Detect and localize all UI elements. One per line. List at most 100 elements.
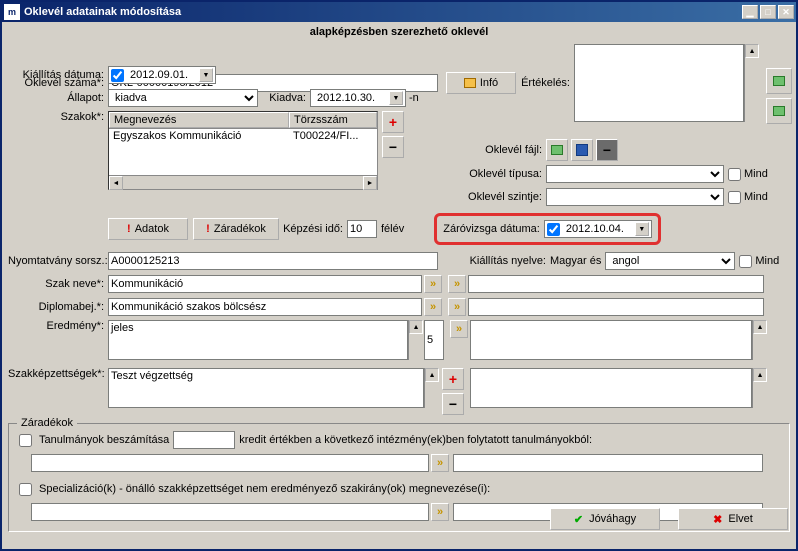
label-kepzesi-ido: Képzési idő: bbox=[279, 223, 347, 235]
diplomabej-browse-left[interactable]: » bbox=[424, 298, 442, 316]
label-kiallitas-datuma: Kiállítás dátuma: bbox=[8, 69, 108, 81]
specializaciok-input[interactable] bbox=[31, 503, 429, 521]
minus-icon: − bbox=[449, 396, 457, 412]
page-subtitle: alapképzésben szerezhető oklevél bbox=[2, 22, 796, 42]
kredit-input[interactable] bbox=[173, 431, 235, 449]
szak-neve-input[interactable] bbox=[108, 275, 422, 293]
eredmeny-scroll[interactable] bbox=[408, 320, 422, 360]
oklevel-fajl-open-button[interactable] bbox=[546, 139, 568, 161]
label-mind: Mind bbox=[744, 191, 768, 203]
szakkep-extra-scroll[interactable] bbox=[752, 368, 766, 408]
oklevel-fajl-save-button[interactable] bbox=[571, 139, 593, 161]
label-oklevel-fajl: Oklevél fájl: bbox=[464, 144, 546, 156]
plus-icon: + bbox=[389, 114, 397, 130]
kepzesi-ido-input[interactable] bbox=[347, 220, 377, 238]
diplomabej-browse-right[interactable]: » bbox=[448, 298, 466, 316]
zarovizsga-dropdown[interactable] bbox=[635, 222, 649, 236]
label-ertekeles: Értékelés: bbox=[516, 77, 574, 89]
szakkepzettsegek-extra-textarea[interactable] bbox=[470, 368, 752, 408]
eredmeny-browse[interactable]: » bbox=[450, 320, 468, 338]
window-title: Oklevél adatainak módosítása bbox=[24, 6, 742, 18]
kiallitas-nyelve-select[interactable]: angol bbox=[605, 252, 735, 270]
jovahagy-button[interactable]: ✔ Jóváhagy bbox=[550, 508, 660, 530]
minimize-button[interactable]: ▁ bbox=[742, 5, 758, 19]
allapot-select[interactable]: kiadva bbox=[108, 89, 258, 107]
label-mind: Mind bbox=[744, 168, 768, 180]
eredmeny-extra-scroll[interactable] bbox=[752, 320, 766, 360]
kiallitas-datuma-field[interactable]: 2012.09.01. bbox=[108, 66, 216, 84]
label-szakok: Szakok: bbox=[8, 111, 108, 123]
label-oklevel-tipusa: Oklevél típusa: bbox=[464, 168, 546, 180]
zarovizsga-date-field[interactable]: 2012.10.04. bbox=[544, 220, 652, 238]
label-oklevel-szintje: Oklevél szintje: bbox=[464, 191, 546, 203]
kiadva-date-field[interactable]: 2012.10.30. bbox=[310, 89, 406, 107]
tanulmanyok-intezmeny-input[interactable] bbox=[31, 454, 429, 472]
szint-mind-check[interactable] bbox=[728, 191, 741, 204]
szakok-listbox[interactable]: Megnevezés Törzsszám Egyszakos Kommuniká… bbox=[108, 111, 378, 190]
specializaciok-check[interactable] bbox=[19, 483, 32, 496]
close-button[interactable]: ✕ bbox=[778, 5, 794, 19]
szak-neve-browse-left[interactable]: » bbox=[424, 275, 442, 293]
import-button[interactable] bbox=[766, 68, 792, 94]
nyelv-mind-check[interactable] bbox=[739, 255, 752, 268]
oklevel-szintje-select[interactable] bbox=[546, 188, 724, 206]
zaradekok-button[interactable]: ! Záradékok bbox=[193, 218, 279, 240]
ertekeles-textarea[interactable] bbox=[574, 44, 744, 122]
szak-neve-browse-right[interactable]: » bbox=[448, 275, 466, 293]
ertekeles-scrollbar[interactable] bbox=[744, 44, 758, 122]
export-button[interactable] bbox=[766, 98, 792, 124]
kiallitas-datuma-check[interactable] bbox=[111, 69, 124, 82]
kiallitas-datuma-dropdown[interactable] bbox=[199, 68, 213, 82]
szakok-add-button[interactable]: + bbox=[382, 111, 404, 133]
folder-export-icon bbox=[773, 106, 785, 116]
maximize-button[interactable]: □ bbox=[760, 5, 776, 19]
eredmeny-textarea[interactable] bbox=[108, 320, 408, 360]
label-szakkepzettsegek: Szakképzettségek: bbox=[8, 368, 108, 380]
fieldset-legend: Záradékok bbox=[17, 417, 77, 429]
szakkep-add-button[interactable]: + bbox=[442, 368, 464, 390]
label-magyar-es: Magyar és bbox=[550, 255, 605, 267]
kiadva-date-dropdown[interactable] bbox=[389, 91, 403, 105]
szakok-remove-button[interactable]: − bbox=[382, 136, 404, 158]
szakkep-scroll[interactable] bbox=[424, 368, 438, 408]
warning-icon: ! bbox=[206, 223, 210, 235]
kiadva-suffix: -n bbox=[406, 92, 419, 104]
label-tanulmanyok: Tanulmányok beszámítása bbox=[35, 434, 173, 446]
save-icon bbox=[576, 144, 588, 156]
szakkepzettsegek-textarea[interactable] bbox=[108, 368, 424, 408]
tanulmanyok-browse[interactable]: » bbox=[431, 454, 449, 472]
adatok-button[interactable]: ! Adatok bbox=[108, 218, 188, 240]
szakok-row[interactable]: Egyszakos Kommunikáció T000224/FI... bbox=[109, 129, 377, 143]
szakok-header: Megnevezés Törzsszám bbox=[109, 112, 377, 129]
tanulmanyok-extra-input[interactable] bbox=[453, 454, 763, 472]
label-specializaciok: Specializáció(k) - önálló szakképzettség… bbox=[35, 483, 490, 495]
label-kiadva: Kiadva: bbox=[258, 92, 310, 104]
label-diplomabej: Diplomabej.: bbox=[8, 301, 108, 313]
szakok-hscroll[interactable] bbox=[109, 175, 377, 189]
app-icon: m bbox=[4, 4, 20, 20]
tanulmanyok-check[interactable] bbox=[19, 434, 32, 447]
eredmeny-num-input[interactable] bbox=[424, 320, 444, 360]
minus-icon: − bbox=[603, 142, 611, 158]
warning-icon: ! bbox=[127, 223, 131, 235]
szakkep-remove-button[interactable]: − bbox=[442, 393, 464, 415]
tipus-mind-check[interactable] bbox=[728, 168, 741, 181]
plus-icon: + bbox=[449, 371, 457, 387]
diplomabej-input[interactable] bbox=[108, 298, 422, 316]
nyomtatvany-input[interactable] bbox=[108, 252, 438, 270]
label-szak-neve: Szak neve: bbox=[8, 278, 108, 290]
oklevel-fajl-remove-button[interactable]: − bbox=[596, 139, 618, 161]
label-mind: Mind bbox=[755, 255, 779, 267]
label-zarovizsga-datuma: Záróvizsga dátuma: bbox=[443, 223, 540, 235]
x-icon: ✖ bbox=[713, 513, 722, 526]
specializaciok-browse[interactable]: » bbox=[431, 503, 449, 521]
diplomabej-extra-input[interactable] bbox=[468, 298, 764, 316]
elvet-button[interactable]: ✖ Elvet bbox=[678, 508, 788, 530]
folder-icon bbox=[464, 78, 476, 88]
label-nyomtatvany: Nyomtatvány sorsz.: bbox=[8, 255, 108, 267]
oklevel-tipusa-select[interactable] bbox=[546, 165, 724, 183]
eredmeny-extra-textarea[interactable] bbox=[470, 320, 752, 360]
szak-neve-extra-input[interactable] bbox=[468, 275, 764, 293]
info-button[interactable]: Infó bbox=[446, 72, 516, 94]
zarovizsga-check[interactable] bbox=[547, 223, 560, 236]
